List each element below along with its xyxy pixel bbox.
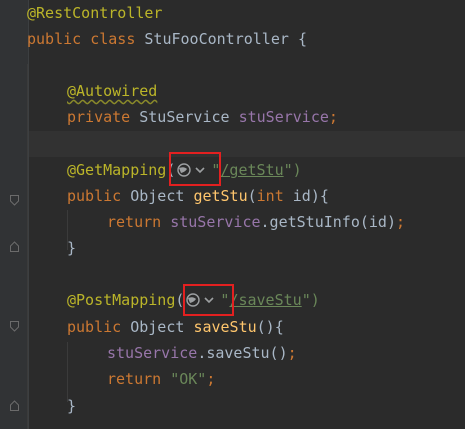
fold-marker-icon[interactable] [10,321,19,332]
method-call: .getStuInfo(id) [260,213,396,231]
fold-marker-icon[interactable] [10,195,19,206]
code-line-15[interactable]: return "OK"; [107,366,215,392]
get-mapping-annotation: @GetMapping [67,161,167,179]
code-line-5[interactable]: private StuService stuService; [67,104,338,130]
close-quote-paren: ") [301,291,320,309]
field-ref: stuService [107,344,198,362]
method-name: saveStu [193,318,257,336]
code-line-13[interactable]: public Object saveStu(){ [67,314,284,340]
close-quote-paren: ") [283,161,302,179]
code-line-9[interactable]: return stuService.getStuInfo(id); [107,209,405,235]
method-name: getStu [193,187,248,205]
editor-gutter [0,0,28,429]
current-line-highlight [29,131,465,157]
public-keyword: public [67,187,122,205]
highlight-box [169,152,221,186]
string-literal: "OK" [170,370,207,388]
post-mapping-annotation: @PostMapping [67,291,176,309]
field-ref: stuService [170,213,261,231]
param: id){ [292,187,329,205]
semicolon: ; [287,344,297,362]
class-keyword: class [90,30,136,48]
close-brace: } [67,239,77,257]
method-call: .saveStu() [197,344,288,362]
fold-marker-icon[interactable] [10,400,19,411]
code-line-4[interactable]: @Autowired [67,78,157,104]
public-keyword: public [67,318,122,336]
field-name: stuService [238,108,329,126]
gutter-divider [28,0,29,429]
semicolon: ; [206,370,216,388]
highlight-box [183,284,234,316]
return-keyword: return [107,213,162,231]
save-url[interactable]: /saveStu [229,291,301,309]
get-url[interactable]: /getStu [220,161,283,179]
method-rest: (){ [256,318,284,336]
field-type: StuService [139,108,230,126]
class-name: StuFooController [144,30,289,48]
code-line-8[interactable]: public Object getStu(int id){ [67,183,329,209]
indent-guide [27,64,28,429]
code-line-16[interactable]: } [67,393,76,419]
semicolon: ; [396,213,406,231]
return-type: Object [130,187,185,205]
return-type: Object [130,318,185,336]
private-keyword: private [67,108,131,126]
semicolon: ; [328,108,338,126]
code-line-14[interactable]: stuService.saveStu(); [107,340,297,366]
public-keyword: public [27,30,82,48]
rest-controller-annotation: @RestController [27,4,163,22]
code-line-1[interactable]: @RestController [27,0,162,26]
close-brace: } [67,397,77,415]
code-line-2[interactable]: public class StuFooController { [27,26,307,52]
autowired-annotation: @Autowired [67,82,158,100]
open-brace: { [297,30,307,48]
return-keyword: return [107,370,162,388]
fold-marker-icon[interactable] [10,241,19,252]
param-type: int [256,187,284,205]
open-paren: ( [247,187,257,205]
code-line-10[interactable]: } [67,235,76,261]
